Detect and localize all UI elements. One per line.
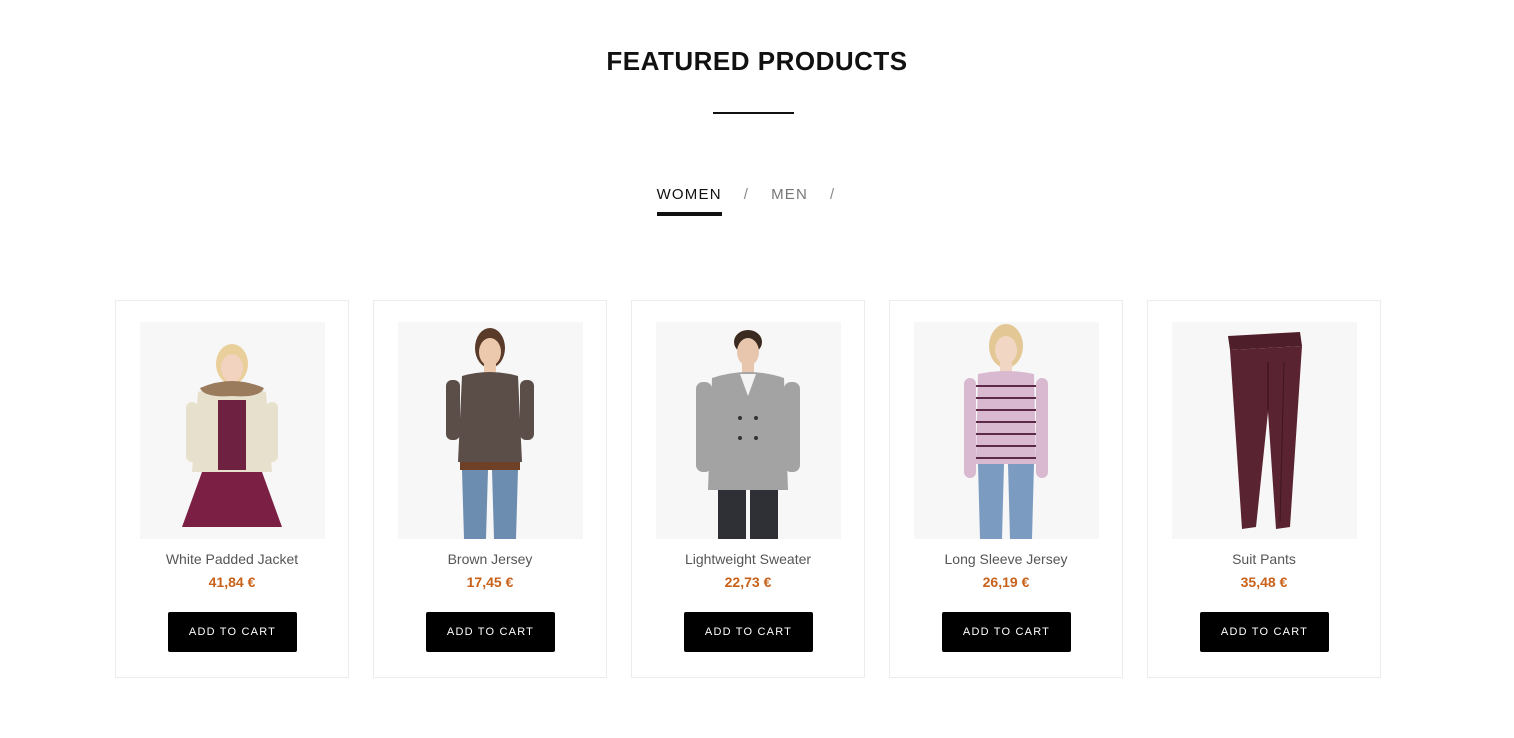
tab-separator: / [743,186,750,203]
product-price: 35,48 € [1240,574,1288,590]
tab-separator: / [830,186,836,203]
product-card: White Padded Jacket 41,84 € ADD TO CART [115,300,349,678]
category-tabs: WOMEN / MEN / [0,186,1514,216]
product-image[interactable] [140,322,325,539]
product-grid: White Padded Jacket 41,84 € ADD TO CART [115,300,1381,678]
product-name[interactable]: White Padded Jacket [116,551,348,567]
product-name[interactable]: Lightweight Sweater [632,551,864,567]
section-title: FEATURED PRODUCTS [606,46,908,76]
add-to-cart-button[interactable]: ADD TO CART [168,612,297,652]
product-price: 26,19 € [982,574,1030,590]
product-name[interactable]: Suit Pants [1148,551,1380,567]
tab-men[interactable]: MEN [771,186,808,203]
featured-products-page: FEATURED PRODUCTS WOMEN / MEN / White Pa… [0,0,1514,738]
product-card: Brown Jersey 17,45 € ADD TO CART [373,300,607,678]
add-to-cart-button[interactable]: ADD TO CART [684,612,813,652]
tab-women[interactable]: WOMEN [656,186,722,216]
product-image[interactable] [656,322,841,539]
add-to-cart-button[interactable]: ADD TO CART [426,612,555,652]
product-name[interactable]: Long Sleeve Jersey [890,551,1122,567]
title-divider [713,112,794,114]
product-image[interactable] [398,322,583,539]
product-image[interactable] [1172,322,1357,539]
product-card: Long Sleeve Jersey 26,19 € ADD TO CART [889,300,1123,678]
add-to-cart-button[interactable]: ADD TO CART [942,612,1071,652]
product-price: 22,73 € [724,574,772,590]
product-price: 41,84 € [208,574,256,590]
product-image[interactable] [914,322,1099,539]
product-name[interactable]: Brown Jersey [374,551,606,567]
add-to-cart-button[interactable]: ADD TO CART [1200,612,1329,652]
product-price: 17,45 € [466,574,514,590]
product-card: Lightweight Sweater 22,73 € ADD TO CART [631,300,865,678]
product-card: Suit Pants 35,48 € ADD TO CART [1147,300,1381,678]
